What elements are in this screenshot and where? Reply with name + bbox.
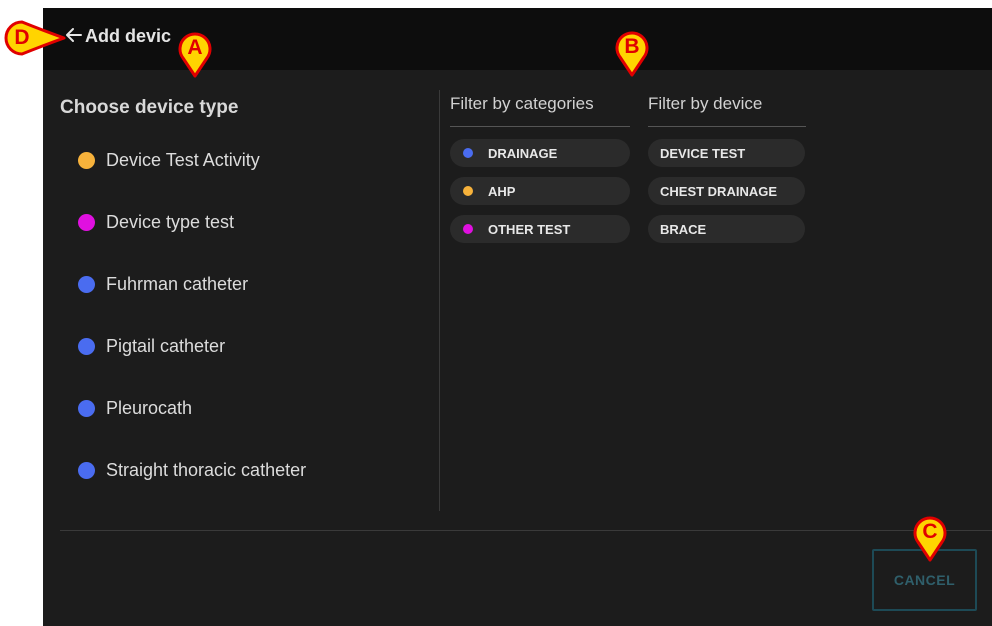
device-type-label: Device type test xyxy=(106,211,235,232)
device-type-label: Fuhrman catheter xyxy=(106,273,249,294)
category-dot-icon xyxy=(78,275,95,293)
category-chip-drainage[interactable]: DRAINAGE xyxy=(450,139,630,167)
device-type-item-device-test-activity[interactable]: Device Test Activity xyxy=(78,146,260,174)
device-type-label: Pleurocath xyxy=(106,397,193,418)
chip-label: OTHER TEST xyxy=(488,221,571,237)
category-dot-icon xyxy=(78,213,95,231)
device-chip-chest-drainage[interactable]: CHEST DRAINAGE xyxy=(648,177,805,205)
category-dot-icon xyxy=(78,337,95,355)
category-dot-icon xyxy=(463,186,473,196)
vertical-divider xyxy=(439,90,440,511)
device-type-item-pleurocath[interactable]: Pleurocath xyxy=(78,394,192,422)
chip-label: AHP xyxy=(488,183,516,199)
filter-by-categories-header: Filter by categories xyxy=(450,92,630,127)
callout-label: B xyxy=(624,35,640,58)
choose-device-type-heading: Choose device type xyxy=(60,97,239,118)
callout-marker-c: C xyxy=(910,514,950,562)
category-dot-icon xyxy=(78,399,95,417)
category-dot-icon xyxy=(78,151,95,169)
callout-label: A xyxy=(187,36,203,59)
category-chip-ahp[interactable]: AHP xyxy=(450,177,630,205)
chip-label: DRAINAGE xyxy=(488,145,558,161)
filter-by-device-header: Filter by device xyxy=(648,92,806,127)
device-type-item-straight-thoracic-catheter[interactable]: Straight thoracic catheter xyxy=(78,456,306,484)
callout-label: C xyxy=(922,520,938,543)
category-dot-icon xyxy=(463,148,473,158)
callout-marker-b: B xyxy=(612,29,652,77)
footer-divider xyxy=(60,530,992,531)
category-dot-icon xyxy=(463,224,473,234)
category-chip-other-test[interactable]: OTHER TEST xyxy=(450,215,630,243)
device-type-label: Straight thoracic catheter xyxy=(106,459,307,480)
page-title: Add devic xyxy=(85,26,172,46)
device-type-item-pigtail-catheter[interactable]: Pigtail catheter xyxy=(78,332,225,360)
device-type-label: Pigtail catheter xyxy=(106,335,226,356)
device-type-label: Device Test Activity xyxy=(106,149,260,170)
chip-label: BRACE xyxy=(660,221,707,237)
callout-marker-a: A xyxy=(175,30,215,78)
callout-marker-d: D xyxy=(4,20,68,56)
category-dot-icon xyxy=(78,461,95,479)
add-device-dialog: Add devic Choose device type Device Test… xyxy=(43,8,992,626)
device-type-item-fuhrman-catheter[interactable]: Fuhrman catheter xyxy=(78,270,248,298)
chip-label: DEVICE TEST xyxy=(660,145,746,161)
device-type-item-device-type-test[interactable]: Device type test xyxy=(78,208,234,236)
callout-label: D xyxy=(14,26,30,49)
device-chip-device-test[interactable]: DEVICE TEST xyxy=(648,139,805,167)
chip-label: CHEST DRAINAGE xyxy=(660,183,778,199)
device-chip-brace[interactable]: BRACE xyxy=(648,215,805,243)
